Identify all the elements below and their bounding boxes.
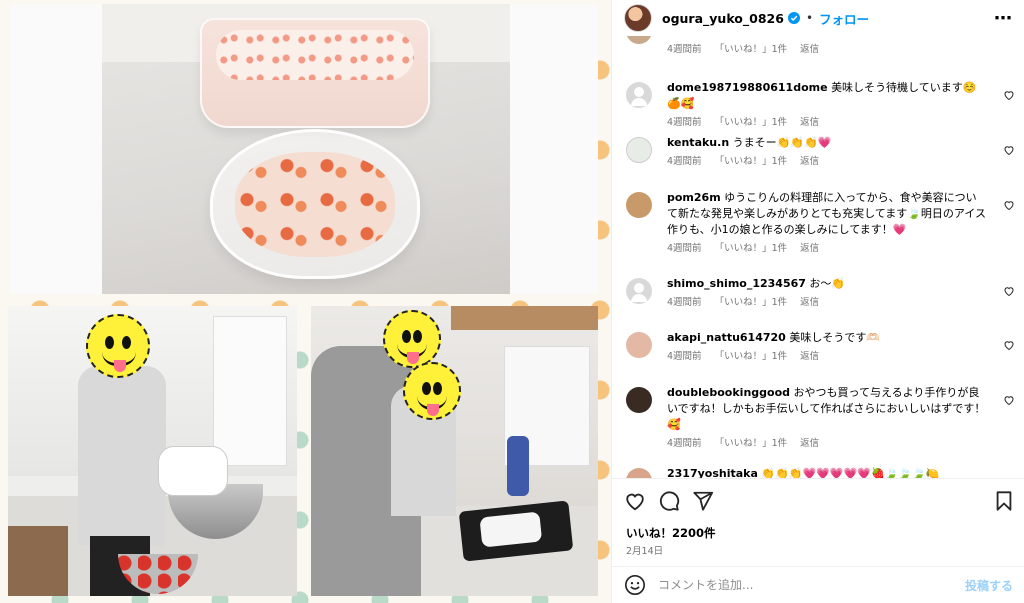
reply-button[interactable]: 返信 bbox=[800, 156, 819, 167]
comment-likes[interactable]: 「いいね！」1件 bbox=[715, 438, 788, 449]
comment-time: 4週間前 bbox=[667, 117, 702, 128]
hand-mixer bbox=[158, 446, 228, 496]
bookmark-icon[interactable] bbox=[993, 490, 1015, 512]
comment-time: 4週間前 bbox=[667, 243, 702, 254]
comment-time: 4週間前 bbox=[667, 44, 702, 55]
comment-input[interactable] bbox=[658, 578, 965, 592]
more-options-icon[interactable]: ⋯ bbox=[994, 8, 1013, 29]
like-comment-heart-icon[interactable] bbox=[1003, 394, 1015, 406]
separator-dot: • bbox=[805, 11, 814, 25]
reply-button[interactable]: 返信 bbox=[800, 297, 819, 308]
post-media bbox=[0, 0, 611, 603]
follow-button[interactable]: フォロー bbox=[819, 9, 869, 28]
comment-username[interactable]: 2317yoshitaka bbox=[667, 467, 758, 478]
reply-button[interactable]: 返信 bbox=[800, 438, 819, 449]
commenter-avatar[interactable] bbox=[626, 82, 652, 108]
commenter-avatar[interactable] bbox=[626, 278, 652, 304]
comment-text: お〜👏 bbox=[809, 277, 846, 290]
comment-time: 4週間前 bbox=[667, 297, 702, 308]
post-actions: いいね！2200件 2月14日 bbox=[612, 478, 1024, 566]
reply-button[interactable]: 返信 bbox=[800, 351, 819, 362]
comment-likes[interactable]: 「いいね！」1件 bbox=[715, 297, 788, 308]
comment-likes[interactable]: 「いいね！」1件 bbox=[715, 117, 788, 128]
comment-icon[interactable] bbox=[658, 490, 680, 512]
post-sidebar: ogura_yuko_0826 • フォロー ⋯ 4週間前 「いいね！」1件 返… bbox=[611, 0, 1024, 603]
like-comment-heart-icon[interactable] bbox=[1003, 199, 1015, 211]
like-comment-heart-icon[interactable] bbox=[1003, 89, 1015, 101]
smiley-sticker bbox=[86, 314, 150, 378]
comment-text: 👏👏👏💗💗💗💗💗🍓🍃🍃🍃🍋 bbox=[761, 467, 940, 478]
post-date: 2月14日 bbox=[626, 546, 664, 557]
photo-ice-cream bbox=[10, 4, 598, 294]
smiley-sticker bbox=[383, 310, 441, 368]
comment-username[interactable]: dome198719880611dome bbox=[667, 81, 828, 94]
commenter-avatar[interactable] bbox=[626, 137, 652, 163]
comment-time: 4週間前 bbox=[667, 351, 702, 362]
post-comment-button[interactable]: 投稿する bbox=[965, 577, 1013, 594]
author-avatar[interactable] bbox=[624, 4, 652, 32]
emoji-icon[interactable] bbox=[624, 574, 646, 596]
ice-cream-container bbox=[200, 18, 430, 128]
comment-text: うまそー👏👏👏💗 bbox=[732, 136, 832, 149]
comment-time: 4週間前 bbox=[667, 438, 702, 449]
comment-likes[interactable]: 「いいね！」1件 bbox=[715, 44, 788, 55]
post-header: ogura_yuko_0826 • フォロー ⋯ bbox=[612, 0, 1024, 36]
reply-button[interactable]: 返信 bbox=[800, 44, 819, 55]
comment-time: 4週間前 bbox=[667, 156, 702, 167]
commenter-avatar[interactable] bbox=[626, 468, 652, 478]
comment-username[interactable]: akapi_nattu614720 bbox=[667, 331, 786, 344]
like-comment-heart-icon[interactable] bbox=[1003, 285, 1015, 297]
smiley-sticker bbox=[403, 362, 461, 420]
commenter-avatar[interactable] bbox=[626, 332, 652, 358]
comment-list[interactable]: 4週間前 「いいね！」1件 返信 dome198719880611dome 美味… bbox=[612, 36, 1024, 478]
verified-badge-icon bbox=[787, 12, 800, 24]
comment-username[interactable]: pom26m bbox=[667, 191, 721, 204]
comment-text: 美味しそうです🫶🏻 bbox=[789, 331, 881, 344]
like-comment-heart-icon[interactable] bbox=[1003, 339, 1015, 351]
comment-likes[interactable]: 「いいね！」1件 bbox=[715, 243, 788, 254]
glass-bowl bbox=[210, 129, 420, 279]
add-comment-bar: 投稿する bbox=[612, 566, 1024, 603]
commenter-avatar[interactable] bbox=[626, 36, 652, 44]
comment-username[interactable]: kentaku.n bbox=[667, 136, 729, 149]
like-count[interactable]: いいね！2200件 bbox=[626, 525, 716, 541]
reply-button[interactable]: 返信 bbox=[800, 117, 819, 128]
heart-icon[interactable] bbox=[624, 490, 646, 512]
comment-username[interactable]: doublebookinggood bbox=[667, 386, 790, 399]
share-icon[interactable] bbox=[692, 490, 714, 512]
photo-kid-mixing bbox=[8, 306, 297, 596]
author-username[interactable]: ogura_yuko_0826 bbox=[662, 11, 784, 26]
like-comment-heart-icon[interactable] bbox=[1003, 144, 1015, 156]
reply-button[interactable]: 返信 bbox=[800, 243, 819, 254]
comment-username[interactable]: shimo_shimo_1234567 bbox=[667, 277, 806, 290]
comment-likes[interactable]: 「いいね！」1件 bbox=[715, 351, 788, 362]
child-figure bbox=[78, 366, 166, 546]
comment-likes[interactable]: 「いいね！」1件 bbox=[715, 156, 788, 167]
photo-kids-cutting bbox=[311, 306, 598, 596]
commenter-avatar[interactable] bbox=[626, 192, 652, 218]
commenter-avatar[interactable] bbox=[626, 387, 652, 413]
